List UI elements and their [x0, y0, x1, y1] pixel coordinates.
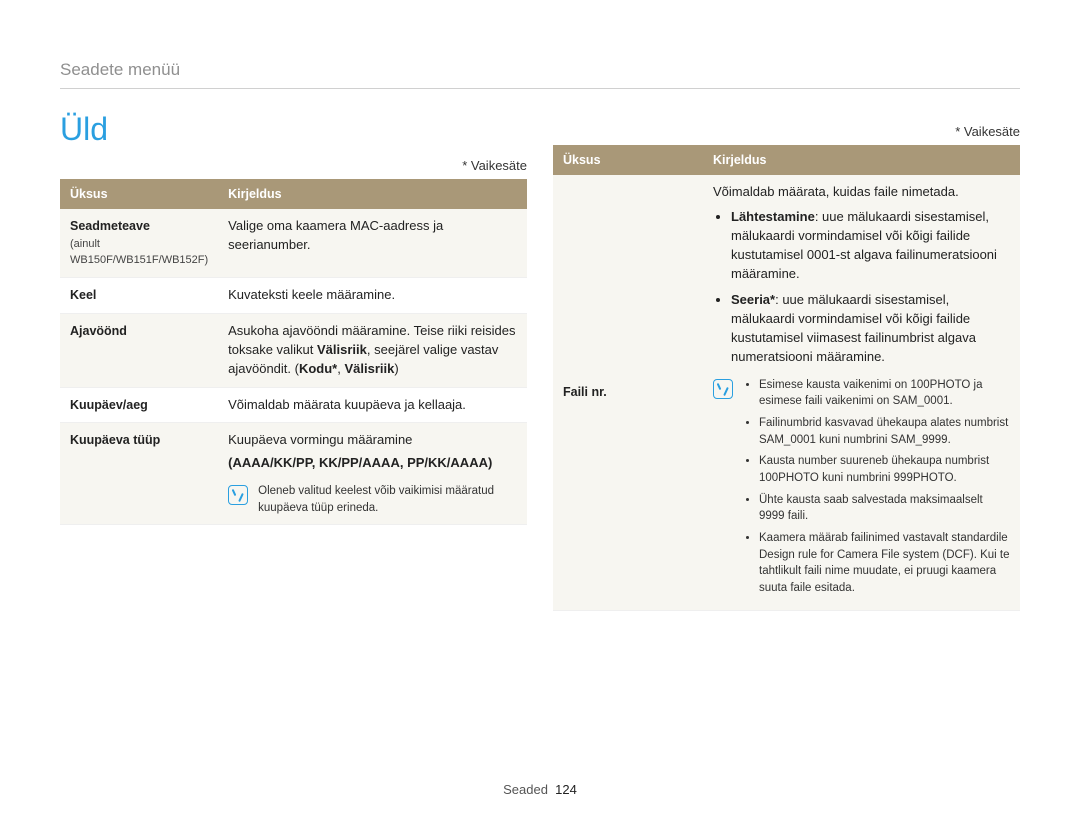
table-row: Kuupäev/aeg Võimaldab määrata kuupäeva j…	[60, 387, 527, 423]
default-note-right: * Vaikesäte	[553, 124, 1020, 139]
content-columns: * Vaikesäte Üksus Kirjeldus Seadmeteave …	[60, 158, 1020, 611]
option-bold: Seeria*	[731, 292, 775, 307]
header-desc: Kirjeldus	[218, 179, 527, 209]
header-item: Üksus	[553, 145, 703, 175]
right-column: * Vaikesäte Üksus Kirjeldus Faili nr. Võ…	[553, 158, 1020, 611]
row-label-kuupaeva-tuup: Kuupäeva tüüp	[60, 423, 218, 525]
fmt: AAAA/KK/PP	[232, 455, 311, 470]
sep: ,	[312, 455, 319, 470]
row-desc: Asukoha ajavööndi määramine. Teise riiki…	[218, 313, 527, 387]
table-row: Kuupäeva tüüp Kuupäeva vormingu määramin…	[60, 423, 527, 525]
row-label-faili-nr: Faili nr.	[553, 175, 703, 610]
note-icon	[713, 379, 733, 399]
note-item: Kaamera määrab failinimed vastavalt stan…	[759, 530, 1010, 597]
table-row: Faili nr. Võimaldab määrata, kuidas fail…	[553, 175, 1020, 610]
manual-page: Seadete menüü Üld * Vaikesäte Üksus Kirj…	[0, 0, 1080, 815]
desc-intro: Kuupäeva vormingu määramine	[228, 431, 517, 450]
header-item: Üksus	[60, 179, 218, 209]
desc-bold: Välisriik	[317, 342, 367, 357]
note-item: Esimese kausta vaikenimi on 100PHOTO ja …	[759, 377, 1010, 410]
page-footer: Seaded 124	[0, 782, 1080, 797]
left-column: * Vaikesäte Üksus Kirjeldus Seadmeteave …	[60, 158, 527, 611]
note-icon	[228, 485, 248, 505]
desc-bold: Kodu*	[299, 361, 337, 376]
list-item: Lähtestamine: uue mälukaardi sisestamise…	[731, 208, 1010, 283]
table-row: Seadmeteave (ainult WB150F/WB151F/WB152F…	[60, 209, 527, 278]
footer-section: Seaded	[503, 782, 548, 797]
desc-intro: Võimaldab määrata, kuidas faile nimetada…	[713, 183, 1010, 202]
row-desc: Võimaldab määrata, kuidas faile nimetada…	[703, 175, 1020, 610]
sep: ,	[400, 455, 407, 470]
table-row: Ajavöönd Asukoha ajavööndi määramine. Te…	[60, 313, 527, 387]
option-bold: Lähtestamine	[731, 209, 815, 224]
note-box: Esimese kausta vaikenimi on 100PHOTO ja …	[713, 377, 1010, 602]
note-item: Failinumbrid kasvavad ühekaupa alates nu…	[759, 415, 1010, 448]
default-note-left: * Vaikesäte	[60, 158, 527, 173]
desc-bold: Välisriik	[344, 361, 394, 376]
note-text: Oleneb valitud keelest võib vaikimisi mä…	[258, 483, 517, 516]
label-subtext: (ainult WB150F/WB151F/WB152F)	[70, 237, 208, 269]
note-box: Oleneb valitud keelest võib vaikimisi mä…	[228, 483, 517, 516]
table-header-row: Üksus Kirjeldus	[553, 145, 1020, 175]
row-label-keel: Keel	[60, 278, 218, 314]
row-label-ajavoond: Ajavöönd	[60, 313, 218, 387]
table-row: Keel Kuvateksti keele määramine.	[60, 278, 527, 314]
desc-formats: (AAAA/KK/PP, KK/PP/AAAA, PP/KK/AAAA)	[228, 454, 517, 473]
fmt: KK/PP/AAAA	[319, 455, 400, 470]
header-desc: Kirjeldus	[703, 145, 1020, 175]
desc-part: )	[394, 361, 398, 376]
fmt: PP/KK/AAAA	[407, 455, 488, 470]
settings-table-right: Üksus Kirjeldus Faili nr. Võimaldab määr…	[553, 145, 1020, 611]
row-desc: Võimaldab määrata kuupäeva ja kellaaja.	[218, 387, 527, 423]
note-item: Ühte kausta saab salvestada maksimaalsel…	[759, 492, 1010, 525]
label-text: Seadmeteave	[70, 219, 150, 233]
note-text-wrap: Esimese kausta vaikenimi on 100PHOTO ja …	[743, 377, 1010, 602]
option-list: Lähtestamine: uue mälukaardi sisestamise…	[713, 208, 1010, 367]
settings-table-left: Üksus Kirjeldus Seadmeteave (ainult WB15…	[60, 179, 527, 525]
row-desc: Kuupäeva vormingu määramine (AAAA/KK/PP,…	[218, 423, 527, 525]
breadcrumb: Seadete menüü	[60, 60, 1020, 89]
note-list: Esimese kausta vaikenimi on 100PHOTO ja …	[743, 377, 1010, 597]
note-item: Kausta number suureneb ühekaupa numbrist…	[759, 453, 1010, 486]
row-label-kuupaev-aeg: Kuupäev/aeg	[60, 387, 218, 423]
list-item: Seeria*: uue mälukaardi sisestamisel, mä…	[731, 291, 1010, 366]
row-desc: Valige oma kaamera MAC-aadress ja seeria…	[218, 209, 527, 278]
row-desc: Kuvateksti keele määramine.	[218, 278, 527, 314]
row-label-seadmeteave: Seadmeteave (ainult WB150F/WB151F/WB152F…	[60, 209, 218, 278]
table-header-row: Üksus Kirjeldus	[60, 179, 527, 209]
footer-page-number: 124	[555, 782, 577, 797]
